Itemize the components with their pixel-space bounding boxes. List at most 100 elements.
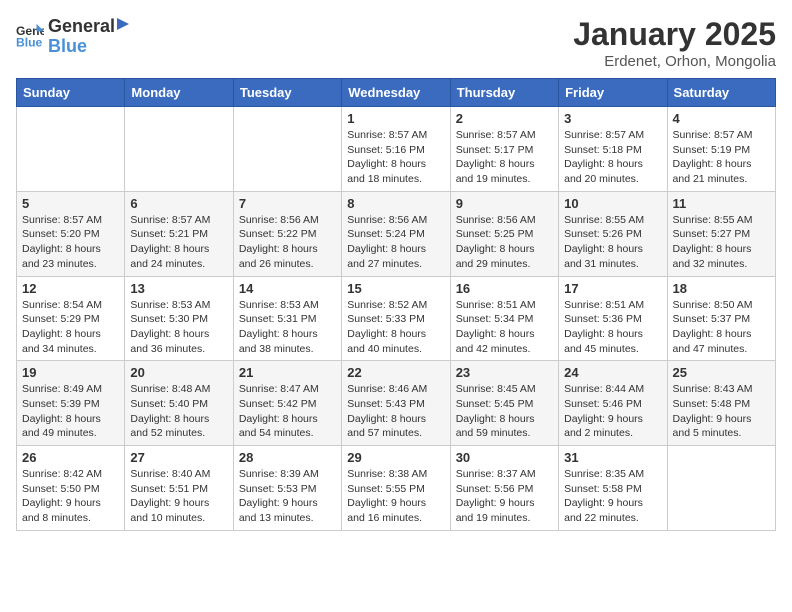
day-info: Sunrise: 8:52 AMSunset: 5:33 PMDaylight:… [347, 298, 444, 357]
sunset-time: Sunset: 5:56 PM [456, 483, 534, 495]
sunrise-time: Sunrise: 8:57 AM [456, 129, 536, 141]
day-number: 23 [456, 365, 553, 380]
empty-cell [17, 107, 125, 192]
sunrise-time: Sunrise: 8:56 AM [239, 214, 319, 226]
sunrise-time: Sunrise: 8:57 AM [564, 129, 644, 141]
day-info: Sunrise: 8:57 AMSunset: 5:20 PMDaylight:… [22, 213, 119, 272]
day-cell-1: 1 Sunrise: 8:57 AMSunset: 5:16 PMDaylight… [342, 107, 450, 192]
daylight-hours: Daylight: 8 hours and 32 minutes. [673, 243, 752, 270]
day-number: 16 [456, 281, 553, 296]
weekday-header-friday: Friday [559, 79, 667, 107]
week-row-2: 5 Sunrise: 8:57 AMSunset: 5:20 PMDaylight… [17, 191, 776, 276]
daylight-hours: Daylight: 8 hours and 23 minutes. [22, 243, 101, 270]
day-info: Sunrise: 8:57 AMSunset: 5:18 PMDaylight:… [564, 128, 661, 187]
day-number: 11 [673, 196, 770, 211]
sunrise-time: Sunrise: 8:49 AM [22, 383, 102, 395]
daylight-hours: Daylight: 8 hours and 27 minutes. [347, 243, 426, 270]
daylight-hours: Daylight: 8 hours and 38 minutes. [239, 328, 318, 355]
daylight-hours: Daylight: 8 hours and 24 minutes. [130, 243, 209, 270]
calendar-table: SundayMondayTuesdayWednesdayThursdayFrid… [16, 78, 776, 531]
sunset-time: Sunset: 5:33 PM [347, 313, 425, 325]
month-title: January 2025 [573, 16, 776, 53]
daylight-hours: Daylight: 8 hours and 21 minutes. [673, 158, 752, 185]
weekday-header-sunday: Sunday [17, 79, 125, 107]
day-number: 2 [456, 111, 553, 126]
sunrise-time: Sunrise: 8:50 AM [673, 299, 753, 311]
day-number: 30 [456, 450, 553, 465]
day-number: 15 [347, 281, 444, 296]
day-number: 18 [673, 281, 770, 296]
sunset-time: Sunset: 5:29 PM [22, 313, 100, 325]
sunset-time: Sunset: 5:45 PM [456, 398, 534, 410]
weekday-header-thursday: Thursday [450, 79, 558, 107]
day-cell-15: 15Sunrise: 8:52 AMSunset: 5:33 PMDayligh… [342, 276, 450, 361]
week-row-4: 19Sunrise: 8:49 AMSunset: 5:39 PMDayligh… [17, 361, 776, 446]
day-info: Sunrise: 8:54 AMSunset: 5:29 PMDaylight:… [22, 298, 119, 357]
daylight-hours: Daylight: 8 hours and 29 minutes. [456, 243, 535, 270]
day-info: Sunrise: 8:56 AMSunset: 5:24 PMDaylight:… [347, 213, 444, 272]
day-info: Sunrise: 8:39 AMSunset: 5:53 PMDaylight:… [239, 467, 336, 526]
day-number: 6 [130, 196, 227, 211]
sunrise-time: Sunrise: 8:44 AM [564, 383, 644, 395]
sunrise-time: Sunrise: 8:52 AM [347, 299, 427, 311]
sunset-time: Sunset: 5:39 PM [22, 398, 100, 410]
logo-blue: Blue [48, 36, 87, 56]
day-info: Sunrise: 8:57 AMSunset: 5:19 PMDaylight:… [673, 128, 770, 187]
title-block: January 2025 Erdenet, Orhon, Mongolia [573, 16, 776, 70]
weekday-header-monday: Monday [125, 79, 233, 107]
sunset-time: Sunset: 5:50 PM [22, 483, 100, 495]
empty-cell [667, 446, 775, 531]
day-info: Sunrise: 8:37 AM Sunset: 5:56 PM Daylight:… [456, 467, 553, 526]
weekday-header-row: SundayMondayTuesdayWednesdayThursdayFrid… [17, 79, 776, 107]
sunrise-time: Sunrise: 8:37 AM [456, 468, 536, 480]
daylight-hours: Daylight: 8 hours and 20 minutes. [564, 158, 643, 185]
sunrise-time: Sunrise: 8:47 AM [239, 383, 319, 395]
day-number: 21 [239, 365, 336, 380]
day-info: Sunrise: 8:45 AMSunset: 5:45 PMDaylight:… [456, 382, 553, 441]
svg-text:Blue: Blue [16, 36, 43, 50]
week-row-1: 1 Sunrise: 8:57 AMSunset: 5:16 PMDaylight… [17, 107, 776, 192]
sunset-time: Sunset: 5:24 PM [347, 228, 425, 240]
day-info: Sunrise: 8:46 AMSunset: 5:43 PMDaylight:… [347, 382, 444, 441]
day-info: Sunrise: 8:49 AMSunset: 5:39 PMDaylight:… [22, 382, 119, 441]
sunrise-time: Sunrise: 8:35 AM [564, 468, 644, 480]
sunrise-time: Sunrise: 8:57 AM [22, 214, 102, 226]
sunrise-time: Sunrise: 8:57 AM [347, 129, 427, 141]
sunrise-time: Sunrise: 8:53 AM [130, 299, 210, 311]
day-cell-29: 29Sunrise: 8:38 AMSunset: 5:55 PMDayligh… [342, 446, 450, 531]
day-cell-20: 20Sunrise: 8:48 AMSunset: 5:40 PMDayligh… [125, 361, 233, 446]
sunset-time: Sunset: 5:31 PM [239, 313, 317, 325]
day-info: Sunrise: 8:51 AMSunset: 5:36 PMDaylight:… [564, 298, 661, 357]
sunrise-time: Sunrise: 8:56 AM [456, 214, 536, 226]
sunrise-time: Sunrise: 8:57 AM [130, 214, 210, 226]
day-number: 8 [347, 196, 444, 211]
day-number: 5 [22, 196, 119, 211]
day-info: Sunrise: 8:40 AMSunset: 5:51 PMDaylight:… [130, 467, 227, 526]
sunset-time: Sunset: 5:43 PM [347, 398, 425, 410]
day-info: Sunrise: 8:57 AMSunset: 5:16 PMDaylight:… [347, 128, 444, 187]
daylight-hours: Daylight: 8 hours and 26 minutes. [239, 243, 318, 270]
day-info: Sunrise: 8:53 AMSunset: 5:31 PMDaylight:… [239, 298, 336, 357]
sunrise-time: Sunrise: 8:46 AM [347, 383, 427, 395]
day-info: Sunrise: 8:55 AMSunset: 5:26 PMDaylight:… [564, 213, 661, 272]
daylight-hours: Daylight: 9 hours and 19 minutes. [456, 497, 535, 524]
daylight-hours: Daylight: 8 hours and 59 minutes. [456, 413, 535, 440]
sunset-time: Sunset: 5:40 PM [130, 398, 208, 410]
day-info: Sunrise: 8:47 AMSunset: 5:42 PMDaylight:… [239, 382, 336, 441]
day-number: 9 [456, 196, 553, 211]
daylight-hours: Daylight: 8 hours and 54 minutes. [239, 413, 318, 440]
day-cell-7: 7Sunrise: 8:56 AMSunset: 5:22 PMDaylight… [233, 191, 341, 276]
day-number: 31 [564, 450, 661, 465]
day-cell-21: 21 Sunrise: 8:47 AMSunset: 5:42 PMDayligh… [233, 361, 341, 446]
sunset-time: Sunset: 5:37 PM [673, 313, 751, 325]
day-cell-19: 19Sunrise: 8:49 AMSunset: 5:39 PMDayligh… [17, 361, 125, 446]
day-number: 17 [564, 281, 661, 296]
day-cell-24: 24Sunrise: 8:44 AMSunset: 5:46 PMDayligh… [559, 361, 667, 446]
sunrise-time: Sunrise: 8:55 AM [564, 214, 644, 226]
day-number: 20 [130, 365, 227, 380]
daylight-hours: Daylight: 8 hours and 47 minutes. [673, 328, 752, 355]
sunrise-time: Sunrise: 8:38 AM [347, 468, 427, 480]
daylight-hours: Daylight: 9 hours and 10 minutes. [130, 497, 209, 524]
day-cell-9: 9Sunrise: 8:56 AMSunset: 5:25 PMDaylight… [450, 191, 558, 276]
day-number: 1 [347, 111, 444, 126]
